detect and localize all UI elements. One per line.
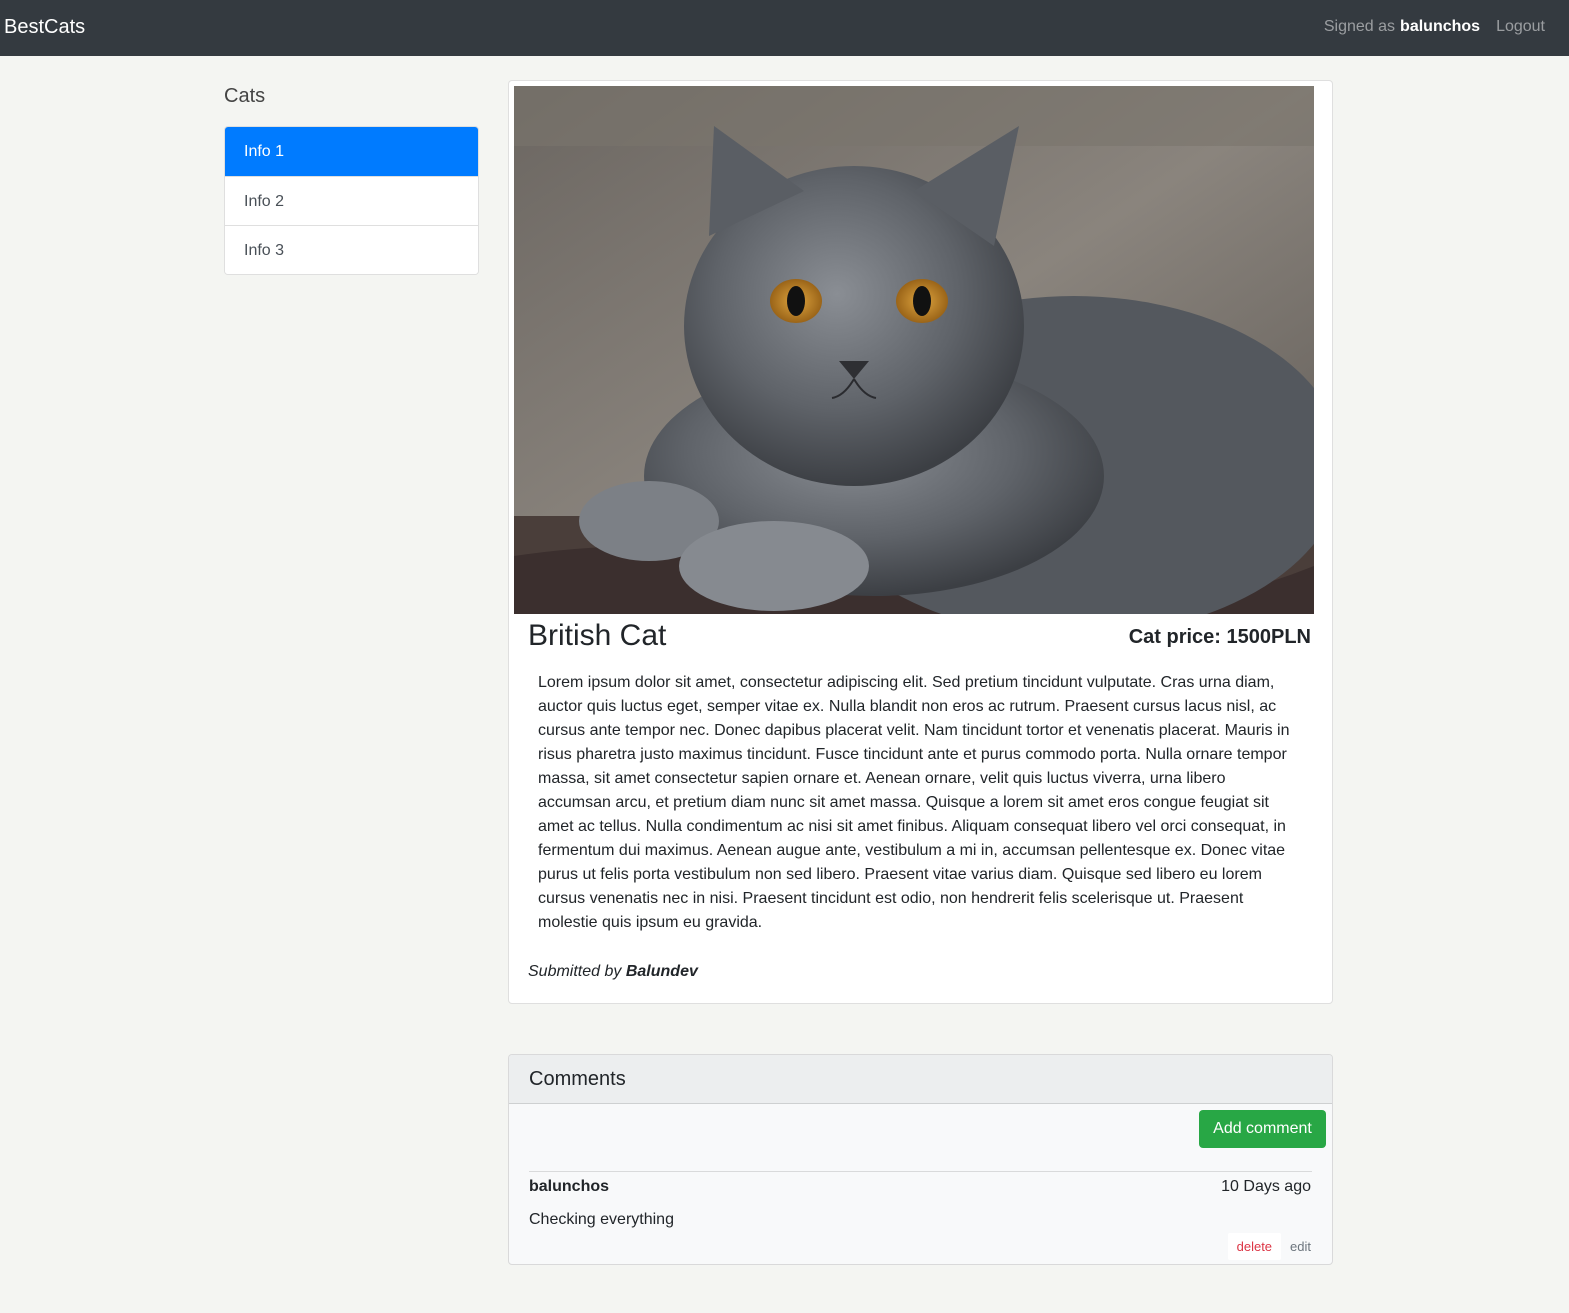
signed-as-label: Signed as [1323,18,1396,35]
comment-divider [529,1171,1312,1172]
navbar: BestCats Signed as balunchos Logout [0,0,1569,56]
comments-title: Comments [509,1055,1332,1104]
edit-comment-button[interactable]: edit [1281,1233,1312,1260]
sidebar-title: Cats [224,85,266,107]
comments-card: Comments Add comment balunchos 10 Days a… [508,1054,1333,1265]
cat-photo [514,86,1314,614]
sidebar-item-info-1[interactable]: Info 1 [225,127,478,176]
comment-author: balunchos [529,1178,610,1195]
sidebar-item-info-2[interactable]: Info 2 [225,176,478,225]
cats-list: Info 1 Info 2 Info 3 [224,126,479,275]
user-area: Signed as balunchos Logout [1324,18,1545,36]
submitter-name: Balundev [625,963,698,980]
cat-description: Lorem ipsum dolor sit amet, consectetur … [538,674,1290,931]
cat-card: British Cat Cat price: 1500PLN Lorem ips… [508,80,1333,1004]
brand-link[interactable]: BestCats [4,16,85,39]
sidebar-item-info-3[interactable]: Info 3 [225,225,478,274]
username: balunchos [1400,18,1481,35]
cat-price: Cat price: 1500PLN [1128,626,1311,648]
cat-name: British Cat [528,619,667,652]
add-comment-button[interactable]: Add comment [1199,1110,1326,1148]
submitted-prefix: Submitted by [528,963,622,980]
submitted-by: Submitted by Balundev [528,963,698,981]
comment-actions: delete edit [1227,1233,1312,1260]
logout-link[interactable]: Logout [1496,18,1545,36]
comment-timestamp: 10 Days ago [1221,1178,1311,1195]
delete-comment-button[interactable]: delete [1227,1233,1282,1260]
comment-text: Checking everything [529,1211,674,1228]
